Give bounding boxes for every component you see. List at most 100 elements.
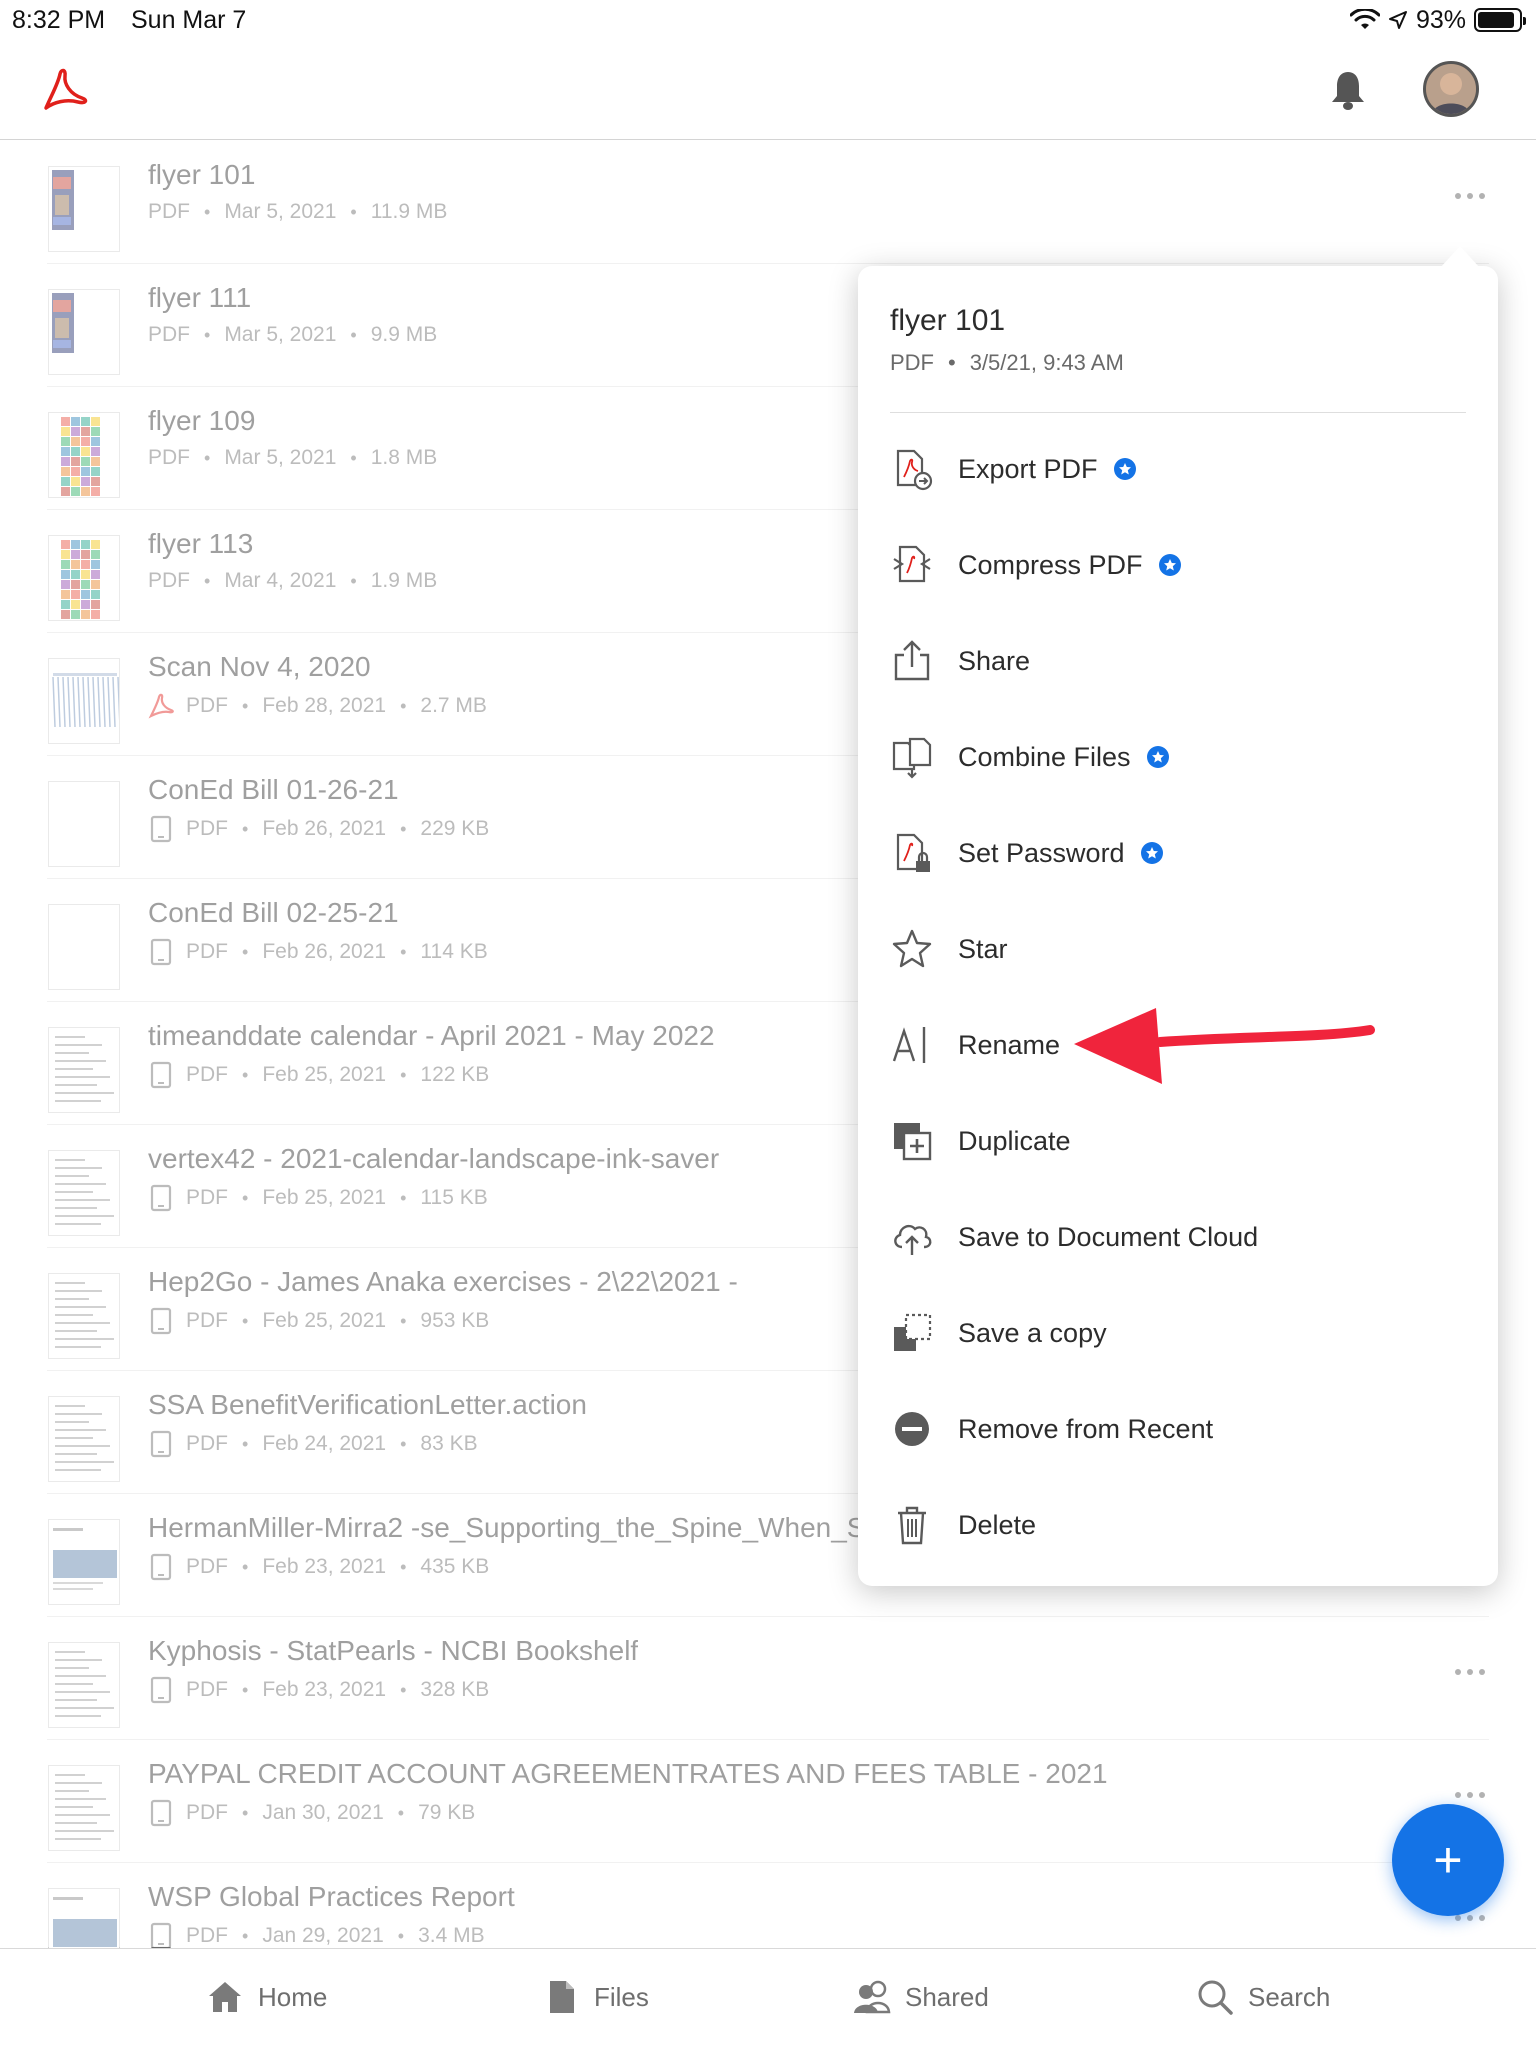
file-thumbnail: [48, 1150, 120, 1236]
file-thumbnail: [48, 166, 120, 252]
menu-item-remove-from-recent[interactable]: Remove from Recent: [890, 1394, 1470, 1464]
meta-separator: •: [397, 1802, 405, 1823]
popover-arrow: [1440, 246, 1480, 268]
file-title: flyer 111: [148, 282, 252, 313]
more-dot-icon: [1479, 1792, 1485, 1798]
file-row[interactable]: PAYPAL CREDIT ACCOUNT AGREEMENTRATES AND…: [0, 1740, 1536, 1863]
tab-label: Shared: [905, 1981, 989, 2012]
fab-plus-icon: +: [1433, 1832, 1463, 1888]
avatar-photo: [1426, 64, 1476, 114]
file-meta: PDF • Feb 25, 2021 • 115 KB: [148, 1184, 488, 1212]
more-options-button[interactable]: [1448, 181, 1492, 211]
file-type: PDF: [186, 1678, 228, 1701]
meta-separator: •: [242, 1556, 249, 1577]
menu-item-set-password[interactable]: Set Password: [890, 818, 1470, 888]
file-title: vertex42 - 2021-calendar-landscape-ink-s…: [148, 1143, 720, 1174]
file-type: PDF: [186, 1063, 228, 1086]
device-storage-icon: [150, 1553, 172, 1581]
file-date: Mar 4, 2021: [224, 569, 337, 592]
menu-item-share[interactable]: Share: [890, 626, 1470, 696]
home-icon: [209, 1982, 241, 2012]
more-dot-icon: [1455, 1792, 1461, 1798]
more-dot-icon: [1467, 1915, 1473, 1921]
menu-item-save-to-document-cloud[interactable]: Save to Document Cloud: [890, 1202, 1470, 1272]
meta-separator: •: [350, 324, 357, 345]
file-type: PDF: [186, 817, 228, 840]
file-title: flyer 101: [148, 159, 256, 190]
file-date: Feb 26, 2021: [262, 817, 387, 840]
file-type: PDF: [186, 1924, 228, 1947]
device-storage-icon: [150, 1676, 172, 1704]
tab-shared[interactable]: Shared: [853, 1975, 989, 2019]
battery-icon: [1474, 8, 1526, 32]
menu-item-delete[interactable]: Delete: [890, 1490, 1470, 1560]
create-fab-button[interactable]: +: [1392, 1804, 1504, 1916]
tab-files[interactable]: Files: [542, 1975, 649, 2019]
menu-item-label: Save a copy: [958, 1317, 1107, 1348]
avatar[interactable]: [1423, 61, 1479, 117]
more-options-button[interactable]: [1448, 1657, 1492, 1687]
device-storage-icon: [150, 1307, 172, 1335]
meta-separator: •: [242, 1433, 249, 1454]
file-row[interactable]: flyer 101 PDF • Mar 5, 2021 • 11.9 MB: [0, 141, 1536, 264]
battery-percent: 93%: [1415, 5, 1466, 34]
people-icon: [854, 1980, 891, 2014]
acrobat-logo-icon[interactable]: [38, 64, 90, 116]
premium-star-icon: [1140, 842, 1163, 864]
location-icon: [1388, 11, 1407, 29]
file-thumbnail: [48, 1642, 120, 1728]
menu-item-save-a-copy[interactable]: Save a copy: [890, 1298, 1470, 1368]
menu-item-compress-pdf[interactable]: Compress PDF: [890, 530, 1470, 600]
file-size: 115 KB: [420, 1186, 488, 1209]
file-meta: PDF • Feb 24, 2021 • 83 KB: [148, 1430, 478, 1458]
file-size: 435 KB: [420, 1555, 490, 1578]
tab-home[interactable]: Home: [206, 1975, 327, 2019]
meta-separator: •: [204, 324, 211, 345]
more-dot-icon: [1479, 1669, 1485, 1675]
menu-item-label: Compress PDF: [958, 549, 1143, 580]
device-storage-icon: [150, 1922, 172, 1950]
file-meta: PDF • Feb 26, 2021 • 229 KB: [148, 815, 489, 843]
file-size: 1.9 MB: [370, 569, 438, 592]
bell-icon[interactable]: [1328, 68, 1368, 112]
star-icon: [890, 927, 934, 971]
menu-item-label: Export PDF: [958, 453, 1098, 484]
premium-star-icon: [1158, 554, 1181, 576]
meta-separator: •: [204, 447, 211, 468]
file-meta: PDF • Feb 28, 2021 • 2.7 MB: [148, 692, 487, 720]
menu-item-star[interactable]: Star: [890, 914, 1470, 984]
file-title: ConEd Bill 01-26-21: [148, 774, 399, 805]
remove-icon: [890, 1407, 934, 1451]
annotation-arrow-icon: [1074, 1008, 1375, 1084]
file-title: ConEd Bill 02-25-21: [148, 897, 399, 928]
file-date: Feb 25, 2021: [262, 1186, 387, 1209]
share-icon: [890, 639, 934, 683]
file-meta: PDF • Mar 5, 2021 • 9.9 MB: [148, 323, 437, 347]
file-title: SSA BenefitVerificationLetter.action: [148, 1389, 587, 1420]
device-storage-icon: [150, 1061, 172, 1089]
meta-separator: •: [400, 818, 407, 839]
file-type: PDF: [186, 694, 228, 717]
file-meta: PDF • Mar 4, 2021 • 1.9 MB: [148, 569, 437, 593]
premium-star-icon: [1113, 458, 1136, 480]
rename-icon: [890, 1023, 934, 1067]
file-size: 3.4 MB: [418, 1924, 485, 1947]
device-storage-icon: [150, 1430, 172, 1458]
tab-search[interactable]: Search: [1196, 1975, 1330, 2019]
menu-item-export-pdf[interactable]: Export PDF: [890, 434, 1470, 504]
file-date: Feb 28, 2021: [262, 694, 387, 717]
menu-item-combine-files[interactable]: Combine Files: [890, 722, 1470, 792]
file-meta: PDF • Jan 30, 2021 • 79 KB: [148, 1799, 475, 1827]
file-date: Feb 23, 2021: [262, 1678, 387, 1701]
menu-item-duplicate[interactable]: Duplicate: [890, 1106, 1470, 1176]
file-thumbnail: [48, 1273, 120, 1359]
file-thumbnail: [48, 289, 120, 375]
menu-item-label: Set Password: [958, 837, 1125, 868]
meta-separator: •: [400, 1064, 407, 1085]
file-size: 122 KB: [420, 1063, 490, 1086]
meta-separator: •: [400, 1187, 407, 1208]
more-dot-icon: [1479, 193, 1485, 199]
set-password-icon: [890, 831, 934, 875]
file-date: Jan 29, 2021: [262, 1924, 384, 1947]
file-row[interactable]: Kyphosis - StatPearls - NCBI Bookshelf PD…: [0, 1617, 1536, 1740]
